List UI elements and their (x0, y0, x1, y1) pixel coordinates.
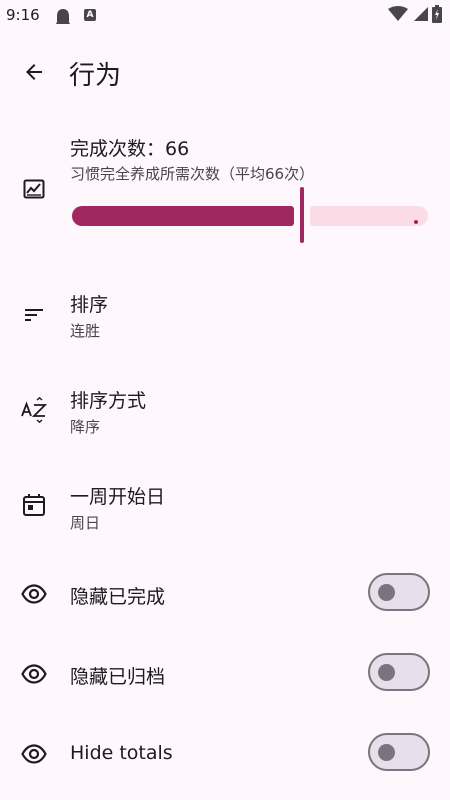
calendar-icon (20, 491, 48, 519)
signal-icon (412, 6, 428, 26)
setting-title: 排序 (70, 294, 109, 316)
slider-stop-dot (414, 220, 418, 224)
toggle-label: 隐藏已归档 (70, 666, 166, 688)
switch-knob (378, 584, 395, 601)
setting-value: 周日 (70, 514, 101, 532)
setting-title: 排序方式 (70, 390, 147, 412)
switch-knob (378, 744, 395, 761)
toggle-label: 隐藏已完成 (70, 586, 166, 608)
completion-slider[interactable] (72, 187, 428, 246)
hide-completed-switch[interactable] (368, 573, 430, 611)
status-bar: 9:16 A (0, 0, 450, 32)
toggle-row-hide-completed[interactable]: 隐藏已完成 (0, 555, 450, 635)
ghost-icon (55, 8, 71, 30)
switch-knob (378, 664, 395, 681)
status-time: 9:16 (6, 6, 40, 24)
slider-active-track (72, 206, 294, 226)
battery-icon (432, 5, 442, 27)
setting-value: 降序 (70, 418, 101, 436)
eye-icon (20, 740, 48, 768)
toggle-row-hide-archived[interactable]: 隐藏已归档 (0, 635, 450, 715)
completion-title: 完成次数：66 (70, 138, 190, 160)
setting-title: 一周开始日 (70, 486, 166, 508)
slider-handle[interactable] (300, 187, 304, 243)
app-bar: 行为 (0, 40, 450, 102)
completion-setting: 完成次数：66 习惯完全养成所需次数（平均66次） (0, 120, 450, 270)
slider-inactive-track (310, 206, 428, 226)
toggle-row-hide-totals[interactable]: Hide totals (0, 715, 450, 795)
a-badge-icon: A (84, 9, 96, 21)
hide-archived-switch[interactable] (368, 653, 430, 691)
eye-icon (20, 580, 48, 608)
arrow-back-icon (26, 64, 42, 80)
chart-icon (20, 175, 48, 203)
setting-value: 连胜 (70, 322, 101, 340)
back-button[interactable] (14, 52, 54, 92)
eye-icon (20, 660, 48, 688)
sort-lines-icon (20, 301, 48, 329)
wifi-icon (388, 6, 408, 26)
setting-week-start[interactable]: 一周开始日 周日 (0, 468, 450, 558)
hide-totals-switch[interactable] (368, 733, 430, 771)
setting-sort-order[interactable]: 排序方式 降序 (0, 372, 450, 462)
completion-subtitle: 习惯完全养成所需次数（平均66次） (70, 165, 315, 183)
setting-sort[interactable]: 排序 连胜 (0, 276, 450, 366)
toggle-label: Hide totals (70, 742, 173, 764)
sort-az-icon (20, 397, 48, 425)
page-title: 行为 (69, 61, 122, 91)
